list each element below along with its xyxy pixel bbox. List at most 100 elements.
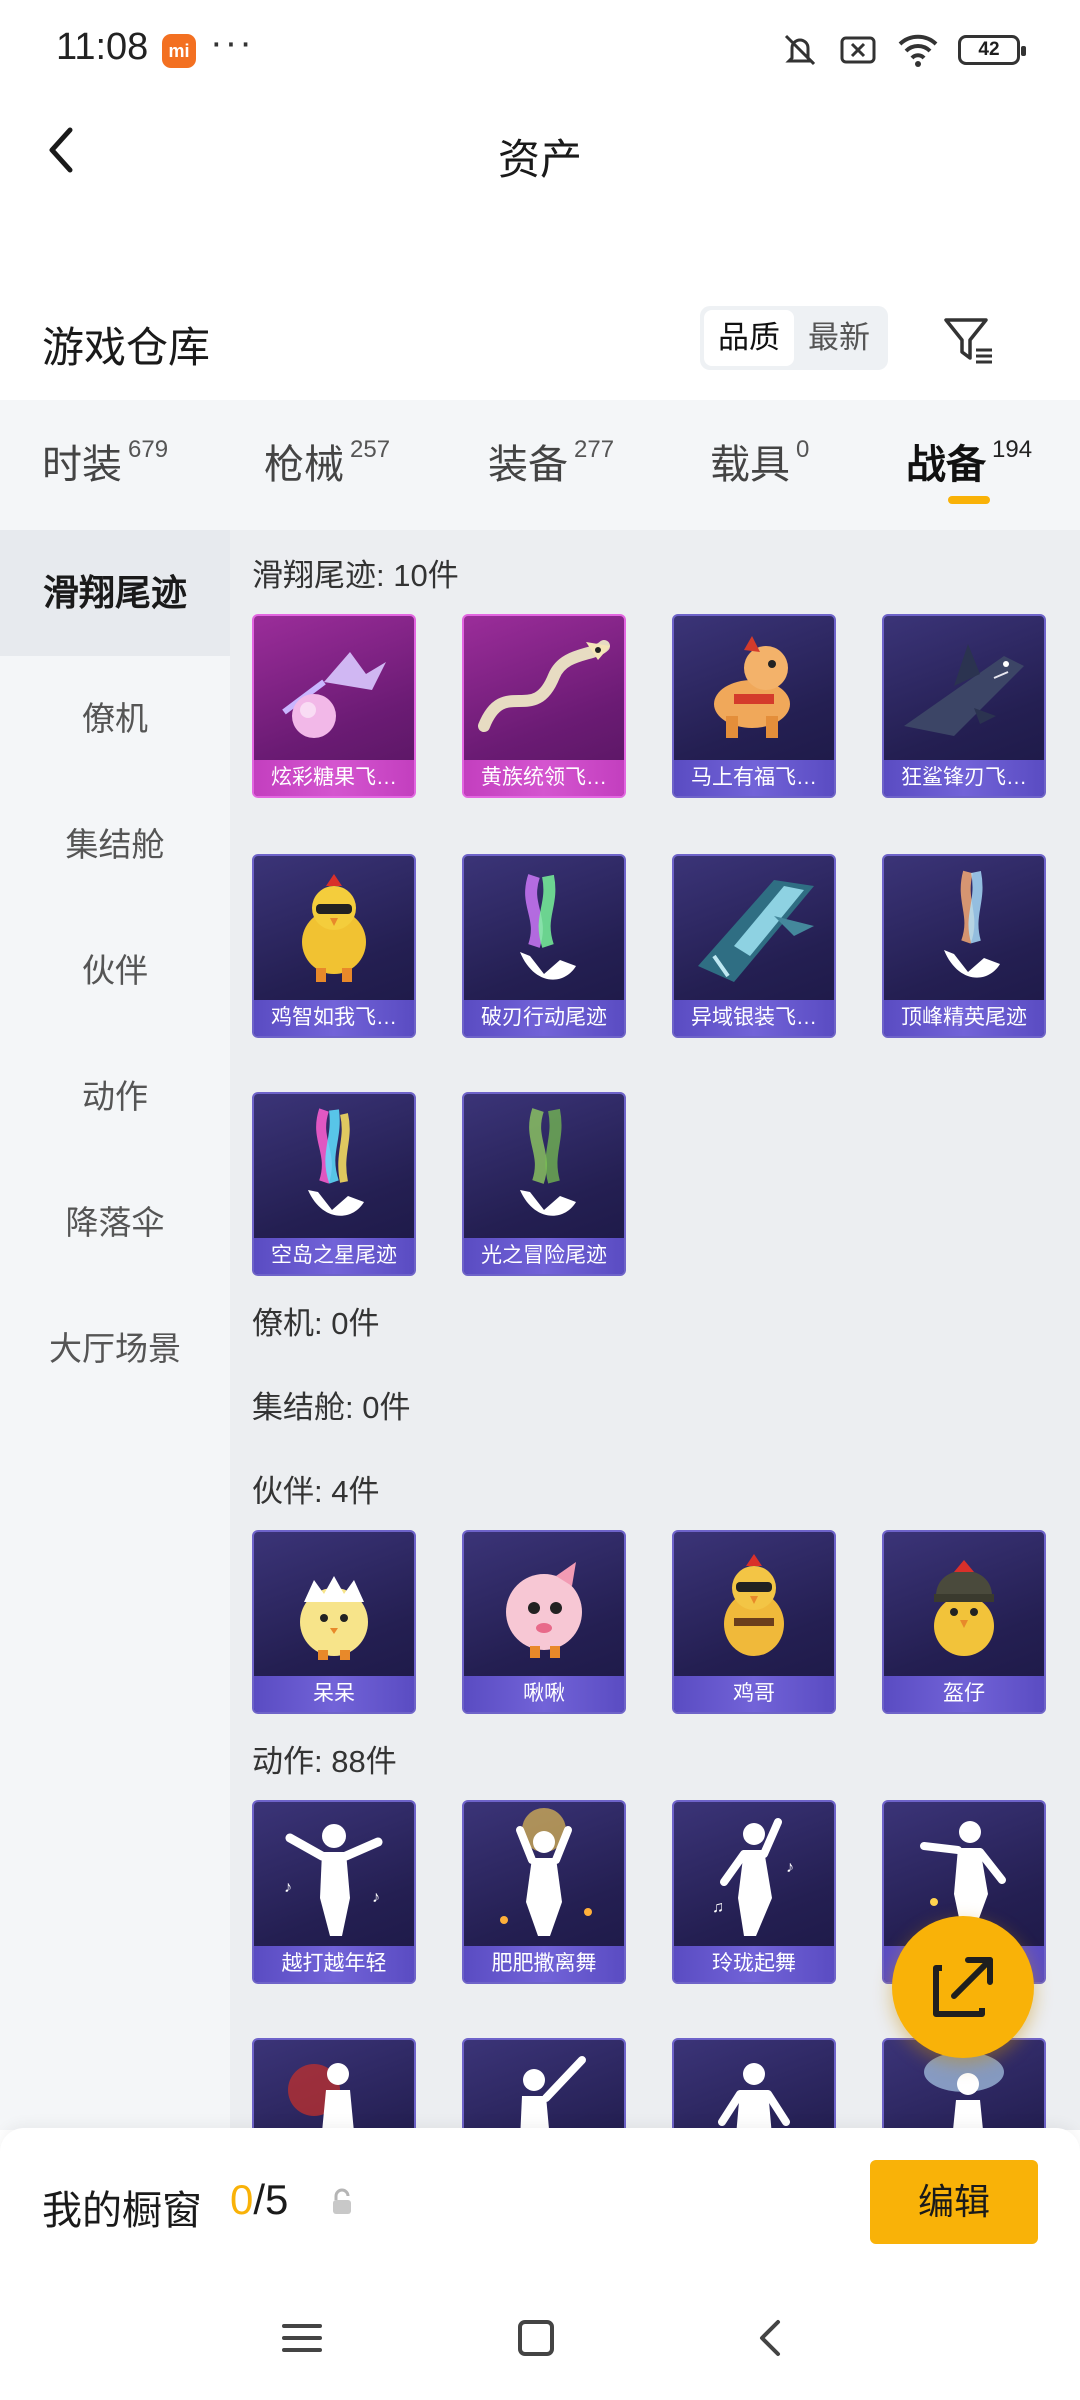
section-header-pod: 集结舱: 0件 xyxy=(252,1390,411,1425)
mute-bell-icon xyxy=(780,30,820,70)
svg-text:♪: ♪ xyxy=(786,1859,794,1876)
lock-icon xyxy=(333,2188,351,2214)
item-label: 破刃行动尾迹 xyxy=(464,1000,624,1036)
sidebar-item-partner[interactable]: 伙伴 xyxy=(0,908,230,1034)
warehouse-header: 游戏仓库 品质 最新 xyxy=(0,290,1080,390)
item-card[interactable]: 空岛之星尾迹 xyxy=(252,1092,416,1276)
dance-emote-icon: ♫♪ xyxy=(712,1818,794,1936)
item-label: 空岛之星尾迹 xyxy=(254,1238,414,1274)
item-card[interactable]: 鸡哥 xyxy=(672,1530,836,1714)
adventure-trail-icon xyxy=(520,1108,576,1216)
dance-emote-icon: ♪♪ xyxy=(284,1824,383,1936)
item-label: 顶峰精英尾迹 xyxy=(884,1000,1044,1036)
more-notifications-icon: ··· xyxy=(210,22,254,64)
horse-trail-icon xyxy=(714,636,790,738)
item-card[interactable]: 炫彩糖果飞… xyxy=(252,614,416,798)
item-card[interactable]: ♫ ♪ 玲珑起舞 xyxy=(672,1800,836,1984)
item-label: 异域银装飞… xyxy=(674,1000,834,1036)
filter-icon xyxy=(944,318,992,364)
item-label: 炫彩糖果飞… xyxy=(254,760,414,796)
dance-emote-icon xyxy=(718,2063,790,2130)
item-card[interactable]: 盔仔 xyxy=(882,1530,1046,1714)
tab-equipment[interactable]: 装备 277 xyxy=(488,432,614,490)
item-label: 鸡哥 xyxy=(674,1676,834,1712)
sidebar-item-lobby-scene[interactable]: 大厅场景 xyxy=(0,1286,230,1412)
showcase-bar: 我的橱窗 0/5 编辑 xyxy=(0,2128,1080,2278)
item-card[interactable]: 呆呆 xyxy=(252,1530,416,1714)
dance-emote-icon xyxy=(288,2063,354,2130)
tab-fashion[interactable]: 时装 679 xyxy=(42,432,168,490)
item-card[interactable] xyxy=(462,2038,626,2130)
sort-toggle: 品质 最新 xyxy=(700,306,888,370)
item-card[interactable]: ♪ ♪ 越打越年轻 xyxy=(252,1800,416,1984)
section-header-emotes: 动作: 88件 xyxy=(252,1744,397,1779)
item-card[interactable]: 鸡智如我飞… xyxy=(252,854,416,1038)
item-card[interactable]: 黄族统领飞… xyxy=(462,614,626,798)
section-header-wingman: 僚机: 0件 xyxy=(252,1306,380,1341)
section-header-partners: 伙伴: 4件 xyxy=(252,1474,380,1509)
app-header: 资产 xyxy=(0,100,1080,200)
item-card[interactable]: 马上有福飞… xyxy=(672,614,836,798)
status-bar: 11:08 mi ··· 42 xyxy=(0,0,1080,100)
share-button[interactable] xyxy=(892,1916,1034,2058)
dance-emote-icon xyxy=(500,1808,592,1936)
item-card[interactable]: 异域银装飞… xyxy=(672,854,836,1038)
sidebar: 滑翔尾迹 僚机 集结舱 伙伴 动作 降落伞 大厅场景 xyxy=(0,530,230,2130)
glide-trail-icon xyxy=(520,874,576,980)
silver-trail-icon xyxy=(698,880,814,982)
item-label: 呆呆 xyxy=(254,1676,414,1712)
back-nav-button[interactable] xyxy=(742,2308,802,2368)
page-title: 资产 xyxy=(497,136,582,183)
item-card[interactable]: 啾啾 xyxy=(462,1530,626,1714)
rooster-partner-icon xyxy=(724,1554,784,1656)
svg-text:♪: ♪ xyxy=(284,1879,292,1896)
item-card[interactable]: 狂鲨锋刃飞… xyxy=(882,614,1046,798)
home-square-icon xyxy=(518,2320,554,2356)
share-icon xyxy=(933,1957,993,2017)
tab-weapons[interactable]: 枪械 257 xyxy=(264,432,390,490)
item-label: 马上有福飞… xyxy=(674,760,834,796)
mi-app-icon: mi xyxy=(162,34,196,68)
item-card[interactable]: 顶峰精英尾迹 xyxy=(882,854,1046,1038)
tab-vehicles[interactable]: 载具 0 xyxy=(710,432,809,490)
battery-icon: 42 xyxy=(958,35,1026,65)
showcase-count: 0/5 xyxy=(230,2176,289,2223)
sidebar-item-parachute[interactable]: 降落伞 xyxy=(0,1160,230,1286)
sim-off-icon xyxy=(838,30,878,70)
filter-button[interactable] xyxy=(940,312,996,368)
edit-button[interactable]: 编辑 xyxy=(870,2160,1038,2244)
sort-by-quality[interactable]: 品质 xyxy=(704,310,794,366)
sidebar-item-pod[interactable]: 集结舱 xyxy=(0,782,230,908)
item-content: 滑翔尾迹: 10件 炫彩糖果飞… 黄族统领飞… 马上有福飞… 狂鲨锋刃飞… 鸡智… xyxy=(230,530,1080,2130)
item-card[interactable]: 肥肥撒离舞 xyxy=(462,1800,626,1984)
helmet-chick-partner-icon xyxy=(934,1560,994,1656)
svg-text:♪: ♪ xyxy=(372,1889,380,1906)
item-card[interactable]: 光之冒险尾迹 xyxy=(462,1092,626,1276)
active-tab-indicator xyxy=(948,496,990,504)
category-tabs: 时装 679 枪械 257 装备 277 载具 0 战备 194 xyxy=(0,400,1080,530)
sidebar-item-emote[interactable]: 动作 xyxy=(0,1034,230,1160)
sort-by-newest[interactable]: 最新 xyxy=(794,310,884,366)
item-card[interactable]: 破刃行动尾迹 xyxy=(462,854,626,1038)
warehouse-title: 游戏仓库 xyxy=(42,324,211,371)
tab-combat-prep[interactable]: 战备 194 xyxy=(906,432,1032,490)
shark-trail-icon xyxy=(904,644,1024,736)
elite-trail-icon xyxy=(944,870,1000,978)
sidebar-item-wingman[interactable]: 僚机 xyxy=(0,656,230,782)
section-header-trails: 滑翔尾迹: 10件 xyxy=(252,558,459,593)
candy-trail-icon xyxy=(282,652,386,738)
item-card[interactable] xyxy=(252,2038,416,2130)
pink-bird-partner-icon xyxy=(506,1562,582,1658)
dragon-trail-icon xyxy=(478,640,610,732)
item-label: 越打越年轻 xyxy=(254,1946,414,1982)
back-chevron-icon xyxy=(760,2320,780,2356)
showcase-title: 我的橱窗 xyxy=(42,2189,202,2233)
item-card[interactable] xyxy=(672,2038,836,2130)
sky-island-trail-icon xyxy=(308,1108,364,1216)
home-nav-button[interactable] xyxy=(506,2308,566,2368)
chicken-trail-icon xyxy=(302,874,366,982)
menu-nav-button[interactable] xyxy=(272,2308,332,2368)
sidebar-item-glide-trail[interactable]: 滑翔尾迹 xyxy=(0,530,230,656)
system-nav-bar xyxy=(0,2278,1080,2400)
item-label: 肥肥撒离舞 xyxy=(464,1946,624,1982)
